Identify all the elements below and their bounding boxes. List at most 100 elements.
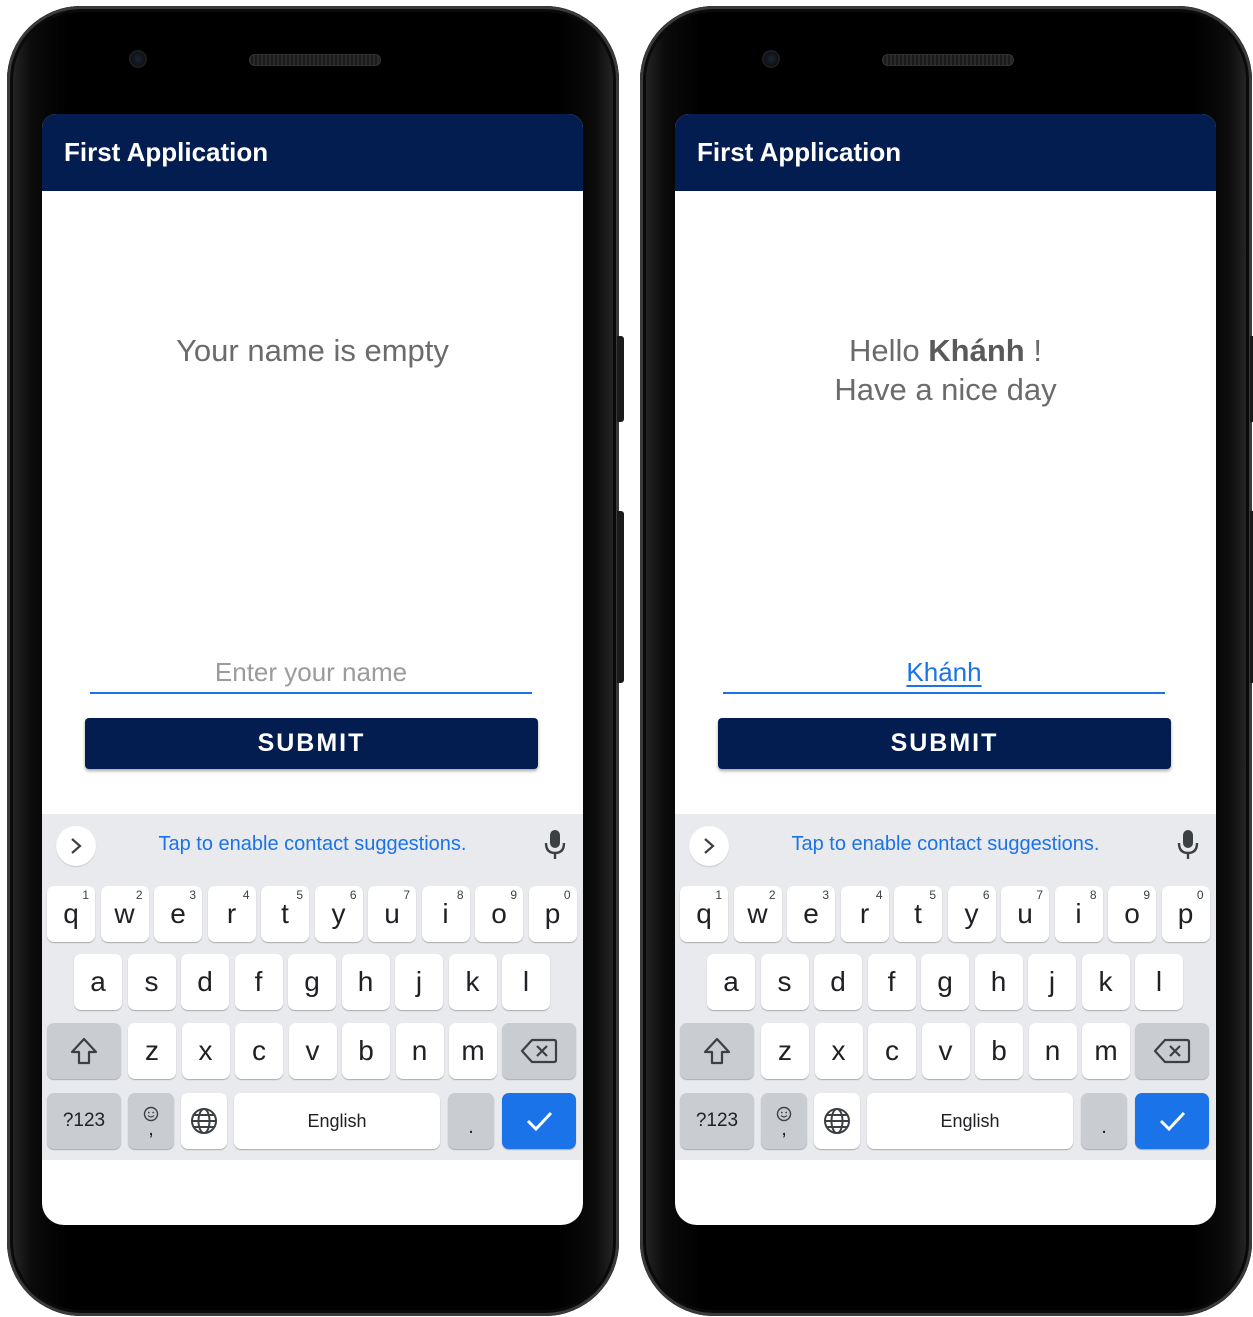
space-key[interactable]: English (234, 1093, 440, 1149)
key-w[interactable]: w2 (733, 886, 782, 942)
key-q[interactable]: q1 (680, 886, 728, 942)
key-label: b (991, 1035, 1007, 1066)
key-g[interactable]: g (288, 954, 336, 1010)
key-k[interactable]: k (1081, 954, 1130, 1010)
key-o[interactable]: o9 (475, 886, 523, 942)
language-key[interactable] (814, 1093, 860, 1149)
shift-key[interactable] (680, 1023, 754, 1079)
key-j[interactable]: j (1028, 954, 1076, 1010)
app-bar: First Application (675, 114, 1216, 191)
key-b[interactable]: b (342, 1023, 390, 1079)
microphone-icon[interactable] (1176, 828, 1200, 862)
key-u[interactable]: u7 (1001, 886, 1049, 942)
key-i[interactable]: i8 (1054, 886, 1103, 942)
key-l[interactable]: l (502, 954, 550, 1010)
key-c[interactable]: c (868, 1023, 916, 1079)
comma-label: , (148, 1118, 154, 1140)
key-r[interactable]: r4 (207, 886, 256, 942)
key-q[interactable]: q1 (47, 886, 95, 942)
emoji-comma-key[interactable]: , (128, 1093, 174, 1149)
key-b[interactable]: b (975, 1023, 1023, 1079)
period-key[interactable]: . (1081, 1093, 1127, 1149)
key-z[interactable]: z (761, 1023, 809, 1079)
backspace-key[interactable] (502, 1023, 576, 1079)
key-v[interactable]: v (921, 1023, 970, 1079)
key-x[interactable]: x (181, 1023, 230, 1079)
key-a[interactable]: a (707, 954, 755, 1010)
key-t[interactable]: t5 (261, 886, 309, 942)
key-p[interactable]: p0 (1161, 886, 1210, 942)
key-m[interactable]: m (1082, 1023, 1130, 1079)
key-u[interactable]: u7 (368, 886, 416, 942)
key-z[interactable]: z (128, 1023, 176, 1079)
key-e[interactable]: e3 (787, 886, 835, 942)
key-y[interactable]: y6 (314, 886, 363, 942)
key-label: r (226, 898, 237, 929)
key-i[interactable]: i8 (421, 886, 470, 942)
key-n[interactable]: n (1028, 1023, 1077, 1079)
key-o[interactable]: o9 (1108, 886, 1156, 942)
language-key[interactable] (181, 1093, 227, 1149)
key-label: i (1075, 898, 1082, 929)
key-h[interactable]: h (974, 954, 1023, 1010)
name-input[interactable]: Khánh (723, 654, 1165, 694)
key-number-hint: 2 (768, 888, 776, 902)
contact-suggestions-link[interactable]: Tap to enable contact suggestions. (42, 833, 583, 856)
key-j[interactable]: j (395, 954, 443, 1010)
key-v[interactable]: v (288, 1023, 337, 1079)
key-x[interactable]: x (814, 1023, 863, 1079)
key-p[interactable]: p0 (528, 886, 577, 942)
name-input[interactable]: Enter your name (90, 654, 532, 694)
enter-key[interactable] (1135, 1093, 1209, 1149)
key-f[interactable]: f (867, 954, 916, 1010)
greeting-prefix: Hello (849, 333, 920, 368)
key-d[interactable]: d (814, 954, 862, 1010)
key-h[interactable]: h (341, 954, 390, 1010)
key-e[interactable]: e3 (154, 886, 202, 942)
key-g[interactable]: g (921, 954, 969, 1010)
key-y[interactable]: y6 (947, 886, 996, 942)
symbols-key[interactable]: ?123 (680, 1093, 754, 1149)
screen: First Application Hello Khánh ! Have a n… (675, 114, 1216, 1225)
key-number-hint: 4 (242, 888, 250, 902)
checkmark-icon (524, 1109, 554, 1133)
keyboard-row-4: ?123, English. (675, 1093, 1216, 1151)
key-l[interactable]: l (1135, 954, 1183, 1010)
key-n[interactable]: n (395, 1023, 444, 1079)
key-a[interactable]: a (74, 954, 122, 1010)
key-label: f (887, 966, 896, 997)
front-camera (129, 50, 147, 68)
key-label: z (778, 1035, 792, 1066)
key-s[interactable]: s (127, 954, 176, 1010)
key-k[interactable]: k (448, 954, 497, 1010)
backspace-key[interactable] (1135, 1023, 1209, 1079)
greeting-name: Khánh (928, 333, 1025, 368)
shift-key[interactable] (47, 1023, 121, 1079)
shift-icon (69, 1036, 99, 1066)
microphone-icon[interactable] (543, 828, 567, 862)
key-m[interactable]: m (449, 1023, 497, 1079)
key-number-hint: 3 (822, 888, 829, 902)
key-t[interactable]: t5 (894, 886, 942, 942)
key-w[interactable]: w2 (100, 886, 149, 942)
contact-suggestions-link[interactable]: Tap to enable contact suggestions. (675, 833, 1216, 856)
period-key[interactable]: . (448, 1093, 494, 1149)
key-d[interactable]: d (181, 954, 229, 1010)
space-key[interactable]: English (867, 1093, 1073, 1149)
key-c[interactable]: c (235, 1023, 283, 1079)
key-label: ?123 (695, 1110, 739, 1131)
comma-label: , (781, 1118, 787, 1140)
submit-button[interactable]: SUBMIT (85, 718, 538, 769)
key-label: y (331, 898, 346, 929)
app-title: First Application (64, 137, 269, 167)
key-f[interactable]: f (234, 954, 283, 1010)
key-r[interactable]: r4 (840, 886, 889, 942)
key-label: v (938, 1035, 953, 1066)
symbols-key[interactable]: ?123 (47, 1093, 121, 1149)
submit-button[interactable]: SUBMIT (718, 718, 1171, 769)
greeting-line-1: Hello Khánh ! (675, 331, 1216, 370)
emoji-comma-key[interactable]: , (761, 1093, 807, 1149)
key-label: s (144, 966, 159, 997)
enter-key[interactable] (502, 1093, 576, 1149)
key-s[interactable]: s (760, 954, 809, 1010)
